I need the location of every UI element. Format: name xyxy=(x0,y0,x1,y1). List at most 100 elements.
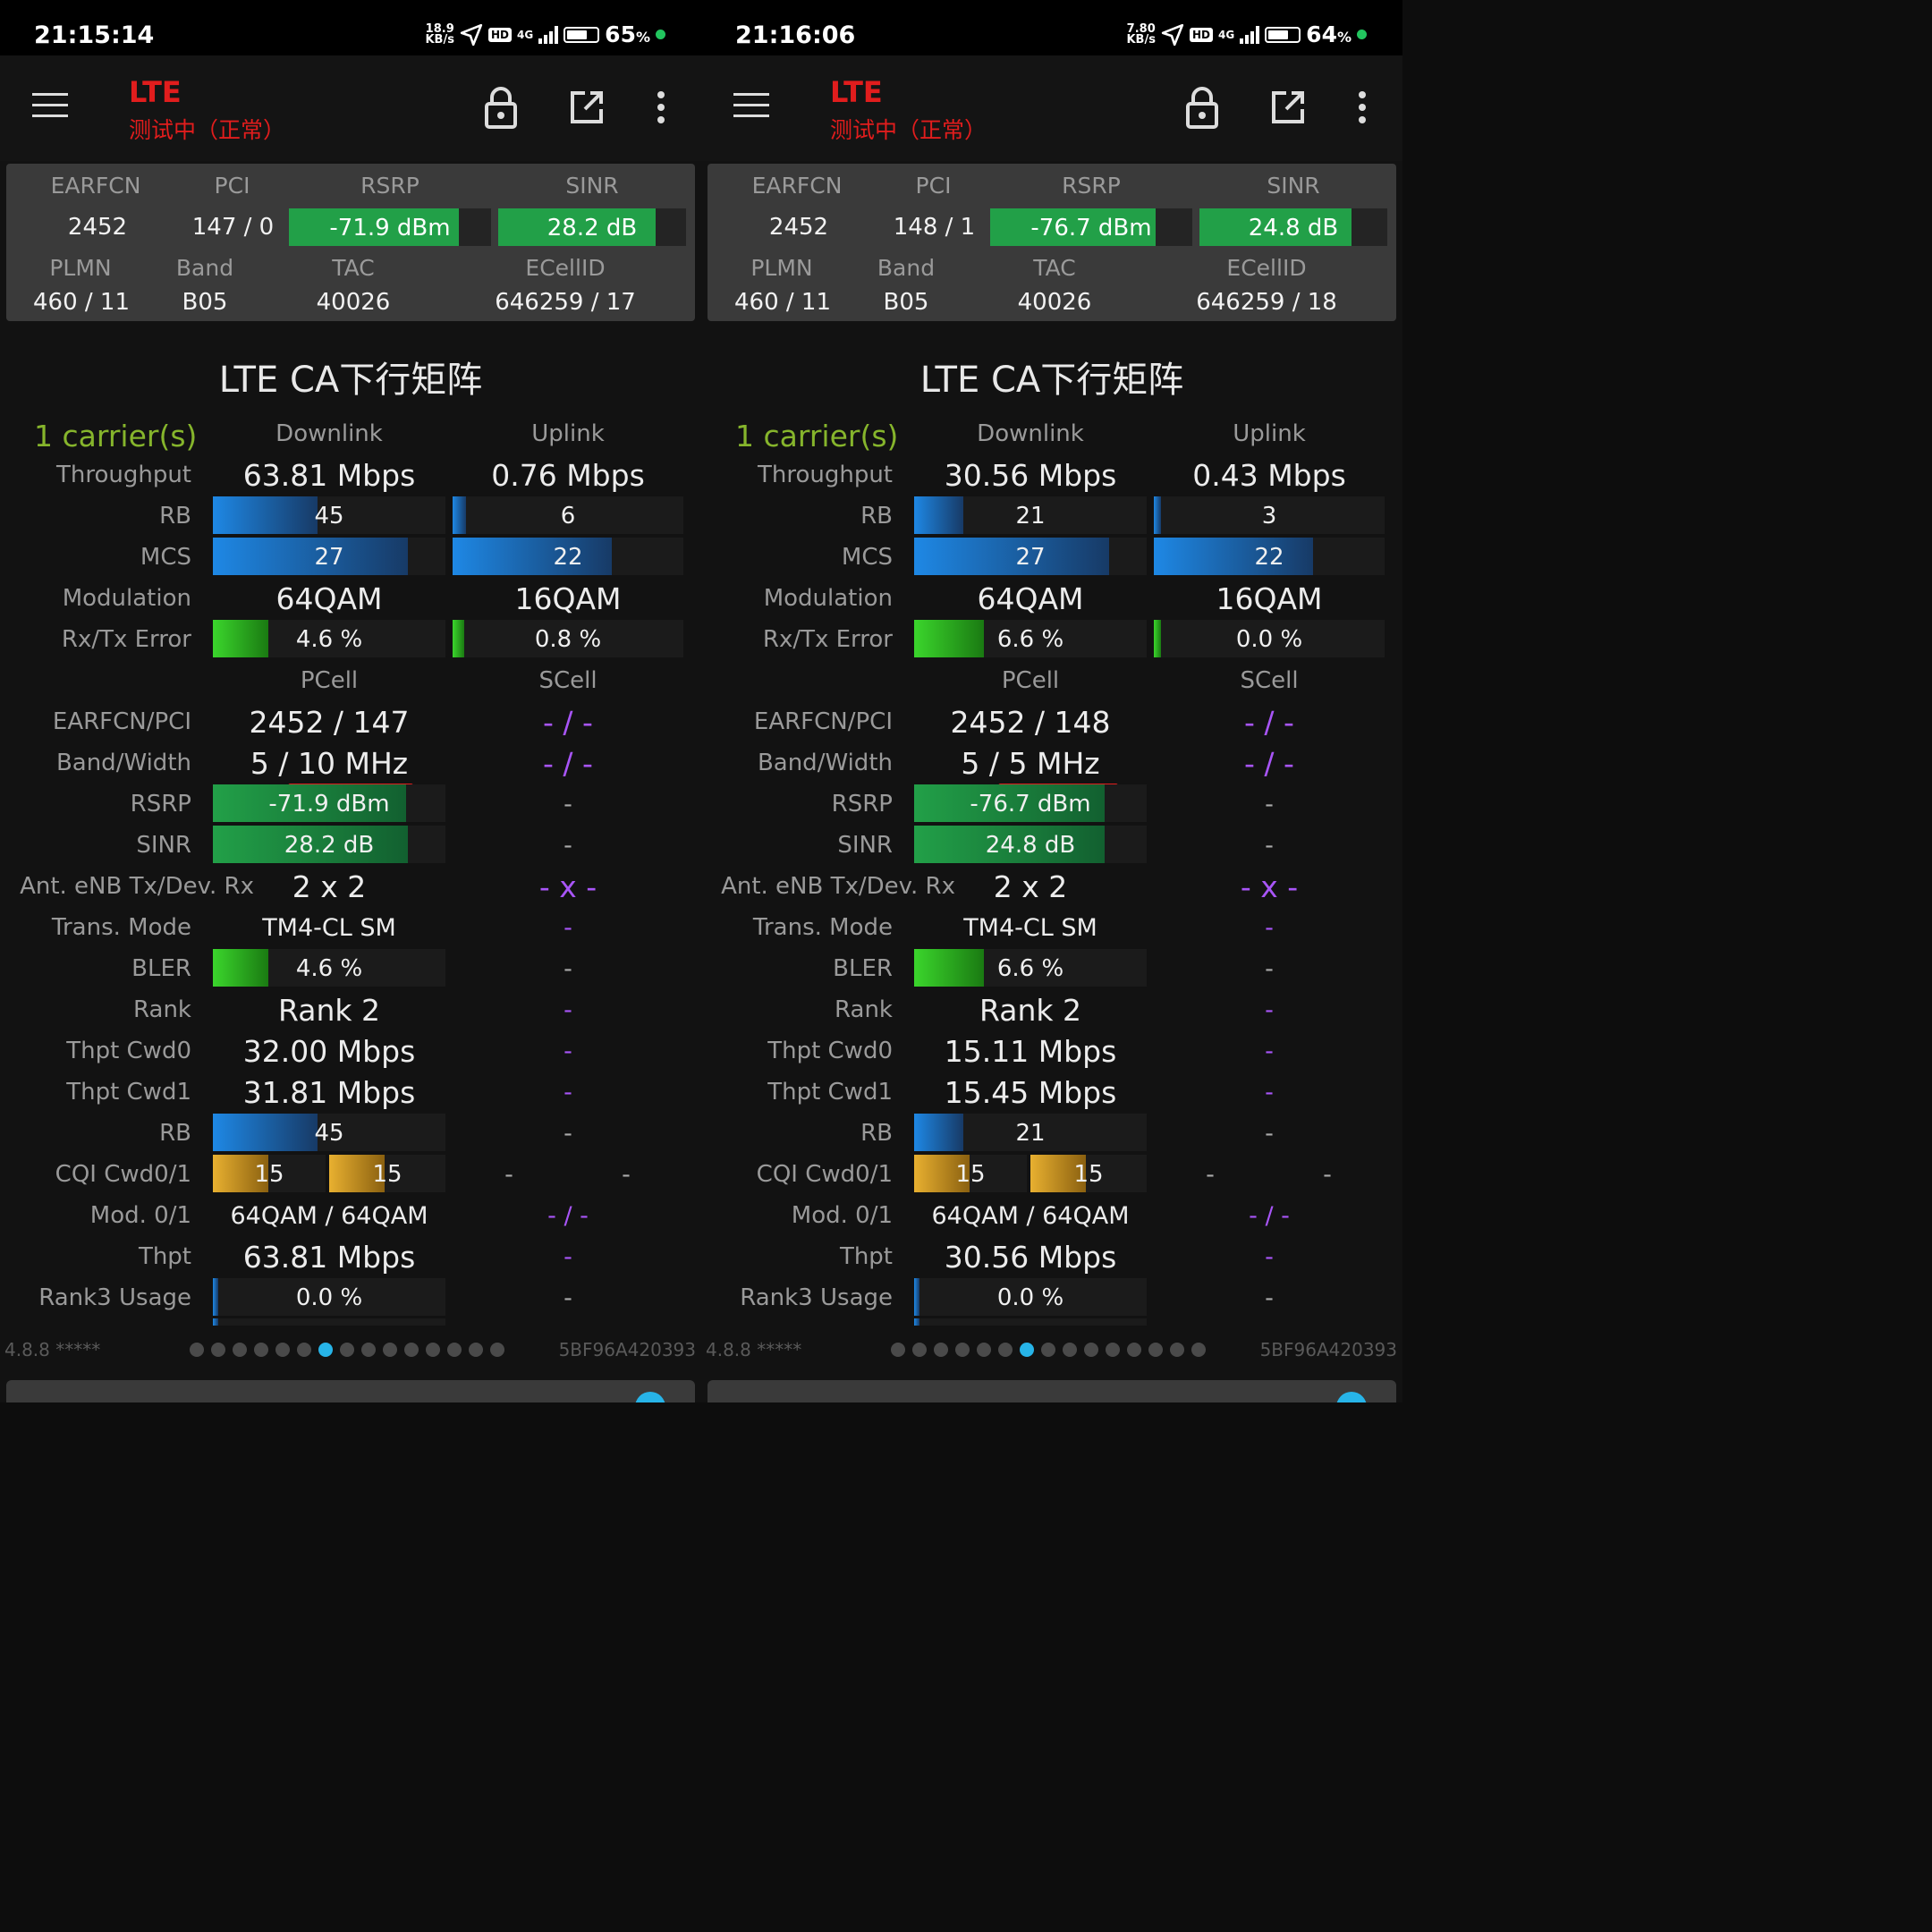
page-dot[interactable] xyxy=(934,1343,948,1357)
pcell-cqi1-value: 15 xyxy=(1073,1161,1104,1188)
serving-cell-summary: EARFCN PCI RSRP SINR 2452 148 / 1 -76.7 … xyxy=(708,164,1396,321)
page-dot[interactable] xyxy=(955,1343,970,1357)
scell-rank: - xyxy=(564,996,572,1024)
test-status: 测试中（正常） xyxy=(830,117,987,143)
scell-rank3: - xyxy=(1265,1284,1274,1312)
dl-error-bar: 4.6 % xyxy=(213,620,445,657)
page-dot[interactable] xyxy=(1106,1343,1120,1357)
dl-throughput: 63.81 Mbps xyxy=(242,458,416,493)
battery-percent: 65% xyxy=(605,21,650,47)
scell-rank3: - xyxy=(564,1284,572,1312)
sinr-label: SINR xyxy=(1267,173,1320,199)
page-dot-active[interactable] xyxy=(318,1343,333,1357)
page-dot[interactable] xyxy=(998,1343,1013,1357)
bler-label: BLER xyxy=(833,955,893,982)
more-options-icon[interactable] xyxy=(655,91,667,123)
page-dot[interactable] xyxy=(1170,1343,1184,1357)
screenshot-right: 21:16:06 7.80 KB/s HD 4G 64% LTE 测试中（正常）… xyxy=(701,0,1402,1402)
ul-mcs-value: 22 xyxy=(1254,544,1284,571)
carrier-count: 1 carrier(s) xyxy=(735,419,899,453)
page-dot[interactable] xyxy=(977,1343,991,1357)
scell-rsrp: - xyxy=(564,791,572,818)
pcell-sinr-bar: 28.2 dB xyxy=(213,826,445,863)
scell-antenna: - x - xyxy=(1240,869,1299,904)
page-dot[interactable] xyxy=(490,1343,504,1357)
ul-mcs-bar: 22 xyxy=(1154,538,1385,575)
page-dot[interactable] xyxy=(1191,1343,1206,1357)
page-dot[interactable] xyxy=(297,1343,311,1357)
page-dot[interactable] xyxy=(383,1343,397,1357)
more-options-icon[interactable] xyxy=(1356,91,1368,123)
scell-sinr: - xyxy=(1265,832,1274,860)
band-value: B05 xyxy=(182,289,228,316)
page-dot[interactable] xyxy=(912,1343,927,1357)
carrier-count: 1 carrier(s) xyxy=(34,419,198,453)
plmn-value: 460 / 11 xyxy=(33,289,130,316)
status-dot-icon xyxy=(1357,30,1367,39)
page-dot[interactable] xyxy=(447,1343,462,1357)
page-dot[interactable] xyxy=(233,1343,247,1357)
scell-rb: - xyxy=(564,1120,572,1148)
page-dot[interactable] xyxy=(891,1343,905,1357)
page-dot[interactable] xyxy=(1041,1343,1055,1357)
page-dot[interactable] xyxy=(1063,1343,1077,1357)
page-dot[interactable] xyxy=(404,1343,419,1357)
rank3-label: Rank3 Usage xyxy=(38,1284,191,1311)
earfcn-label: EARFCN xyxy=(50,173,141,199)
page-dot[interactable] xyxy=(469,1343,483,1357)
net-speed-unit: KB/s xyxy=(1126,32,1156,47)
cqi-label: CQI Cwd0/1 xyxy=(756,1161,893,1188)
scell-bler: - xyxy=(1265,955,1274,983)
page-dot[interactable] xyxy=(361,1343,376,1357)
tac-label: TAC xyxy=(332,255,375,281)
menu-icon[interactable] xyxy=(32,93,68,120)
dl-error-value: 6.6 % xyxy=(996,626,1064,653)
throughput-label: Throughput xyxy=(55,462,191,488)
open-external-icon[interactable] xyxy=(569,89,605,125)
device-id: 5BF96A420393 xyxy=(558,1339,696,1360)
rxtx-error-label: Rx/Tx Error xyxy=(762,626,893,653)
page-indicator[interactable] xyxy=(891,1343,1206,1357)
modulation-label: Modulation xyxy=(62,585,191,612)
bler-label: BLER xyxy=(131,955,191,982)
ecellid-label: ECellID xyxy=(525,255,606,281)
mcs-label: MCS xyxy=(140,544,191,571)
scell-earfcn-pci: - / - xyxy=(543,705,593,740)
net-speed-indicator: 7.80 KB/s xyxy=(1126,23,1156,47)
pcell-thpt: 30.56 Mbps xyxy=(944,1240,1117,1275)
page-indicator[interactable] xyxy=(190,1343,504,1357)
page-dot[interactable] xyxy=(1148,1343,1163,1357)
page-dot[interactable] xyxy=(1084,1343,1098,1357)
rsrp-bar: -71.9 dBm xyxy=(289,208,491,246)
modulation-label: Modulation xyxy=(763,585,893,612)
bottom-sheet-handle[interactable] xyxy=(708,1380,1396,1402)
open-external-icon[interactable] xyxy=(1270,89,1306,125)
page-dot-active[interactable] xyxy=(1020,1343,1034,1357)
page-dot[interactable] xyxy=(426,1343,440,1357)
pcell-bler-bar: 6.6 % xyxy=(914,949,1147,987)
app-title: LTE xyxy=(830,75,883,109)
pcell-thpt-cwd1: 15.45 Mbps xyxy=(944,1075,1117,1110)
page-dot[interactable] xyxy=(254,1343,268,1357)
earfcn-value: 2452 xyxy=(768,214,829,241)
page-dot[interactable] xyxy=(190,1343,204,1357)
page-dot[interactable] xyxy=(211,1343,225,1357)
menu-icon[interactable] xyxy=(733,93,769,120)
rsrp-label: RSRP xyxy=(1062,173,1121,199)
ul-modulation: 16QAM xyxy=(514,581,622,616)
pcell-cqi0-value: 15 xyxy=(254,1161,284,1188)
scell-band-width: - / - xyxy=(543,746,593,781)
scell-trans-mode: - xyxy=(564,914,572,942)
bottom-sheet-handle[interactable] xyxy=(6,1380,695,1402)
ul-error-bar: 0.8 % xyxy=(453,620,683,657)
pcell-rank3-bar: 0.0 % xyxy=(914,1278,1147,1316)
page-dot[interactable] xyxy=(1127,1343,1141,1357)
scell-header: SCell xyxy=(538,667,597,694)
lock-icon[interactable] xyxy=(1184,86,1220,129)
rsrp-label: RSRP xyxy=(360,173,419,199)
lock-icon[interactable] xyxy=(483,86,519,129)
battery-icon xyxy=(564,26,600,43)
page-dot[interactable] xyxy=(340,1343,354,1357)
ca-matrix-title: LTE CA下行矩阵 xyxy=(218,360,483,401)
page-dot[interactable] xyxy=(275,1343,290,1357)
